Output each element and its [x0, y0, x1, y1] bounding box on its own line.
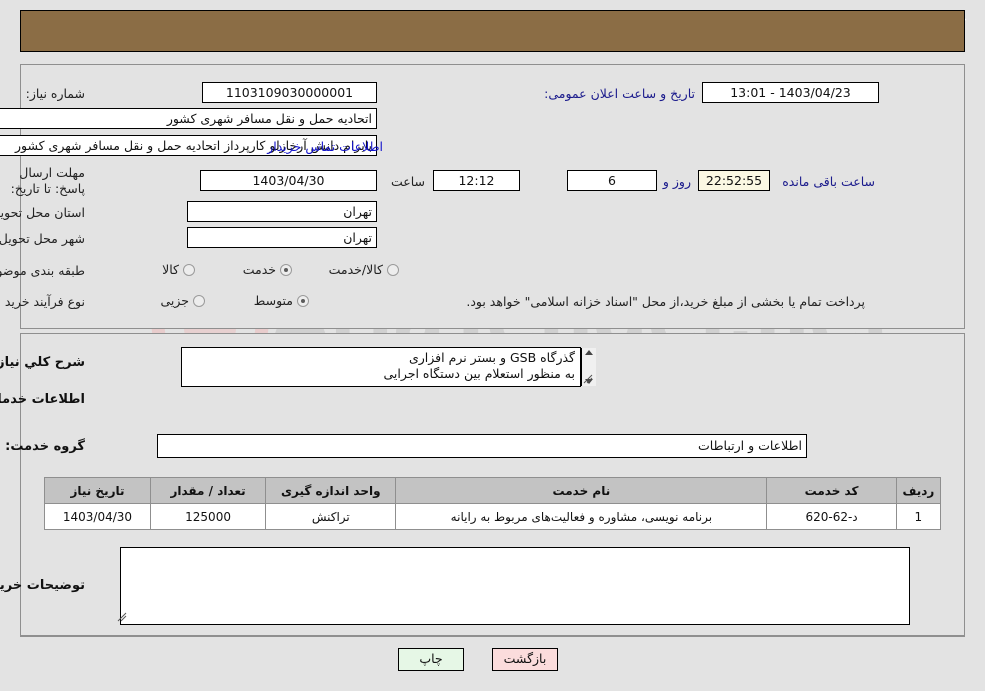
need-info-panel [20, 64, 965, 329]
category-label: طبقه بندی موضوعی: [0, 263, 85, 278]
buyer-org-value: اتحادیه حمل و نقل مسافر شهری کشور [0, 108, 377, 129]
th-row: ردیف [895, 477, 942, 504]
radio-label: کالا/خدمت [328, 262, 383, 277]
footer-divider [20, 636, 965, 637]
radio-indicator [193, 294, 205, 307]
buyer-notes-label: توضیحات خریدار: [0, 578, 85, 593]
table-header-row: ردیف کد خدمت نام خدمت واحد اندازه گیری ت… [44, 477, 942, 504]
table-row: 1 د-62-620 برنامه نویسی، مشاوره و فعالیت… [44, 503, 942, 530]
radio-label: جزیی [160, 293, 189, 308]
process-label: نوع فرآیند خرید : [0, 294, 85, 309]
cell-unit: تراکنش [265, 503, 397, 530]
general-desc-textarea[interactable]: گذرگاه GSB و بستر نرم افزاری به منظور اس… [181, 347, 581, 387]
province-label: استان محل تحویل: [0, 205, 85, 220]
buyer-notes-textarea[interactable] [120, 547, 910, 625]
header-bar [20, 10, 965, 52]
remaining-days-value: 6 [567, 170, 657, 191]
general-desc-label: شرح کلي نياز: [0, 355, 85, 370]
back-button[interactable]: بازگشت [492, 648, 558, 671]
province-value: تهران [187, 201, 377, 222]
public-announce-label: تاریخ و ساعت اعلان عمومی: [544, 86, 695, 101]
cell-code: د-62-620 [766, 503, 897, 530]
radio-label: خدمت [242, 262, 276, 277]
radio-label: کالا [162, 262, 179, 277]
public-announce-value: 1403/04/23 - 13:01 [702, 82, 879, 103]
city-value: تهران [187, 227, 377, 248]
radio-indicator [280, 263, 292, 276]
deadline-time-value: 12:12 [433, 170, 520, 191]
th-date: تاریخ نیاز [44, 477, 151, 504]
cell-date: 1403/04/30 [44, 503, 151, 530]
print-button[interactable]: چاپ [398, 648, 464, 671]
radio-category-kala-khedmat[interactable]: کالا/خدمت [329, 262, 399, 277]
th-name: نام خدمت [395, 477, 768, 504]
buyer-contact-link[interactable]: اطلاعات تماس خریدار [267, 139, 383, 154]
remaining-time-label: ساعت باقی مانده [782, 174, 875, 189]
th-quantity: تعداد / مقدار [149, 477, 267, 504]
cell-name: برنامه نویسی، مشاوره و فعالیت‌های مربوط … [395, 503, 768, 530]
radio-process-motavaset[interactable]: متوسط [254, 293, 309, 308]
radio-category-khedmat[interactable]: خدمت [243, 262, 292, 277]
radio-process-jozei[interactable]: جزیی [160, 293, 205, 308]
need-number-label: شماره نیاز: [25, 86, 85, 101]
deadline-label: مهلت ارسال پاسخ: تا تاریخ: [10, 165, 85, 196]
th-unit: واحد اندازه گیری [265, 477, 397, 504]
radio-label: متوسط [253, 293, 293, 308]
deadline-time-label: ساعت [390, 174, 425, 189]
services-table: ردیف کد خدمت نام خدمت واحد اندازه گیری ت… [44, 477, 942, 530]
radio-category-kala[interactable]: کالا [162, 262, 195, 277]
radio-indicator [183, 263, 195, 276]
remaining-time-value: 22:52:55 [698, 170, 770, 191]
page-root: AriaTender.net جزئیات اطلاعات نیاز شماره… [0, 0, 985, 691]
cell-row: 1 [895, 503, 942, 530]
general-desc-scrollbar[interactable] [581, 348, 596, 386]
need-number-value: 1103109030000001 [202, 82, 377, 103]
services-info-title: اطلاعات خدمات مورد نیاز [0, 392, 85, 407]
radio-indicator [387, 263, 399, 276]
service-group-value: اطلاعات و ارتباطات [157, 434, 807, 458]
remaining-days-label: روز و [662, 174, 691, 189]
scroll-up-icon[interactable] [585, 350, 593, 355]
city-label: شهر محل تحویل: [0, 231, 85, 246]
deadline-date-value: 1403/04/30 [200, 170, 377, 191]
cell-quantity: 125000 [149, 503, 267, 530]
process-note: پرداخت تمام یا بخشی از مبلغ خرید،از محل … [466, 294, 865, 309]
th-code: کد خدمت [766, 477, 897, 504]
radio-indicator [297, 294, 309, 307]
service-group-label: گروه خدمت: [5, 439, 85, 454]
scroll-down-icon[interactable] [585, 379, 593, 384]
